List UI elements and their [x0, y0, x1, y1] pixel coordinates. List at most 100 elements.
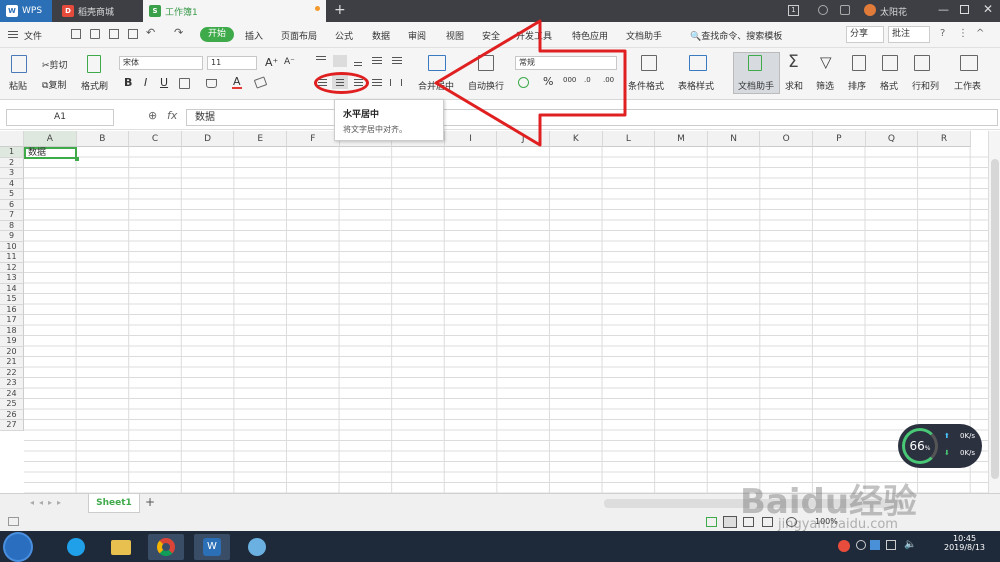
row-header[interactable]: 15: [0, 294, 24, 305]
italic-button[interactable]: I: [144, 76, 147, 89]
sheet-tab-sheet1[interactable]: Sheet1: [88, 494, 140, 513]
paste-icon[interactable]: [11, 55, 27, 73]
copy-button[interactable]: ⧉复制: [42, 78, 66, 91]
sum-button[interactable]: 求和: [785, 79, 803, 92]
row-header[interactable]: 14: [0, 283, 24, 294]
menu-item[interactable]: 页面布局: [281, 29, 317, 42]
indent-increase-icon[interactable]: [392, 57, 402, 58]
row-header[interactable]: 24: [0, 388, 24, 399]
sheet-nav-icon[interactable]: ◂◂▸▸: [30, 498, 66, 507]
preview-icon[interactable]: [128, 29, 138, 39]
add-sheet-button[interactable]: +: [145, 495, 155, 509]
bold-button[interactable]: B: [124, 76, 132, 89]
column-header[interactable]: E: [234, 131, 287, 147]
taskbar-chrome[interactable]: [148, 534, 184, 560]
search-command[interactable]: 🔍查找命令、搜索模板: [690, 29, 782, 42]
indent-decrease-icon[interactable]: [372, 57, 382, 58]
annotate-button[interactable]: 批注: [888, 26, 930, 43]
column-header[interactable]: O: [760, 131, 813, 147]
filter-button[interactable]: 筛选: [816, 79, 834, 92]
minimize-icon[interactable]: —: [938, 3, 949, 16]
row-header[interactable]: 7: [0, 210, 24, 221]
select-all-corner[interactable]: [0, 131, 24, 147]
scrollbar-thumb[interactable]: [991, 159, 999, 479]
underline-button[interactable]: U: [160, 76, 168, 89]
row-header[interactable]: 6: [0, 199, 24, 210]
cut-button[interactable]: ✂剪切: [42, 58, 68, 71]
row-header[interactable]: 2: [0, 157, 24, 168]
more-icon[interactable]: ⋮: [958, 28, 968, 39]
column-header[interactable]: B: [76, 131, 130, 147]
row-header[interactable]: 21: [0, 357, 24, 368]
align-top-icon[interactable]: [316, 56, 326, 57]
shrink-font-icon[interactable]: A⁻: [284, 57, 295, 67]
row-header[interactable]: 25: [0, 399, 24, 410]
column-header[interactable]: A: [24, 131, 77, 147]
row-header[interactable]: 20: [0, 346, 24, 357]
row-header[interactable]: 27: [0, 420, 24, 431]
collapse-ribbon-icon[interactable]: ^: [976, 28, 984, 39]
insert-function-button[interactable]: fx: [167, 109, 177, 122]
tray-network-icon[interactable]: [886, 540, 896, 550]
row-header[interactable]: 4: [0, 178, 24, 189]
font-select[interactable]: 宋体: [119, 56, 203, 70]
column-header[interactable]: R: [918, 131, 971, 147]
row-header[interactable]: 8: [0, 220, 24, 231]
row-header[interactable]: 16: [0, 304, 24, 315]
row-header[interactable]: 26: [0, 409, 24, 420]
fill-handle[interactable]: [75, 157, 79, 161]
taskbar-browser[interactable]: [58, 534, 94, 560]
save-icon[interactable]: [71, 29, 81, 39]
format-button[interactable]: 格式: [880, 79, 898, 92]
close-icon[interactable]: ✕: [983, 2, 993, 16]
menu-file[interactable]: 文件: [24, 29, 42, 42]
shirt-icon[interactable]: [840, 5, 850, 15]
tab-start[interactable]: 开始: [200, 27, 234, 42]
redo-icon[interactable]: ↷: [174, 26, 183, 39]
column-header[interactable]: M: [655, 131, 708, 147]
name-box[interactable]: A1: [6, 109, 114, 126]
paste-button[interactable]: 粘贴: [9, 79, 27, 92]
menu-item[interactable]: 审阅: [408, 29, 426, 42]
cell-grid[interactable]: [24, 147, 988, 493]
row-header[interactable]: 10: [0, 241, 24, 252]
open-icon[interactable]: [90, 29, 100, 39]
print-icon[interactable]: [109, 29, 119, 39]
grow-font-icon[interactable]: A⁺: [265, 56, 278, 69]
format-painter-button[interactable]: 格式刷: [81, 79, 108, 92]
taskbar-wps[interactable]: W: [194, 534, 230, 560]
new-tab-button[interactable]: +: [334, 2, 346, 18]
start-button[interactable]: [5, 534, 31, 560]
row-col-button[interactable]: 行和列: [912, 79, 939, 92]
table-style-icon[interactable]: [689, 55, 707, 71]
format-painter-icon[interactable]: [87, 55, 101, 73]
skin-icon[interactable]: [818, 5, 828, 15]
distributed-icon[interactable]: [390, 79, 402, 86]
share-button[interactable]: 分享: [846, 26, 884, 43]
wps-home-tab[interactable]: W WPS: [0, 0, 52, 22]
clock[interactable]: 10:45 2019/8/13: [944, 534, 985, 552]
row-col-icon[interactable]: [914, 55, 930, 71]
row-header[interactable]: 11: [0, 252, 24, 263]
taskbar-paint[interactable]: [239, 534, 275, 560]
font-size-select[interactable]: 11: [207, 56, 257, 70]
row-header[interactable]: 19: [0, 336, 24, 347]
row-header[interactable]: 18: [0, 325, 24, 336]
column-header[interactable]: F: [287, 131, 340, 147]
tray-ime-icon[interactable]: [838, 540, 850, 552]
row-header[interactable]: 12: [0, 262, 24, 273]
cell-a1[interactable]: 数据: [24, 147, 77, 159]
sort-button[interactable]: 排序: [848, 79, 866, 92]
fill-color-icon[interactable]: [206, 79, 217, 88]
menu-item[interactable]: 公式: [335, 29, 353, 42]
clear-format-icon[interactable]: [253, 76, 268, 89]
user-name[interactable]: 太阳花: [880, 5, 907, 18]
row-header[interactable]: 13: [0, 273, 24, 284]
row-header[interactable]: 5: [0, 189, 24, 200]
restore-icon[interactable]: [960, 5, 969, 14]
window-count-badge[interactable]: 1: [788, 5, 799, 16]
normal-view-icon[interactable]: [723, 516, 737, 528]
column-header[interactable]: N: [707, 131, 761, 147]
align-bottom-icon[interactable]: [354, 62, 362, 63]
align-middle-icon[interactable]: [333, 55, 347, 67]
